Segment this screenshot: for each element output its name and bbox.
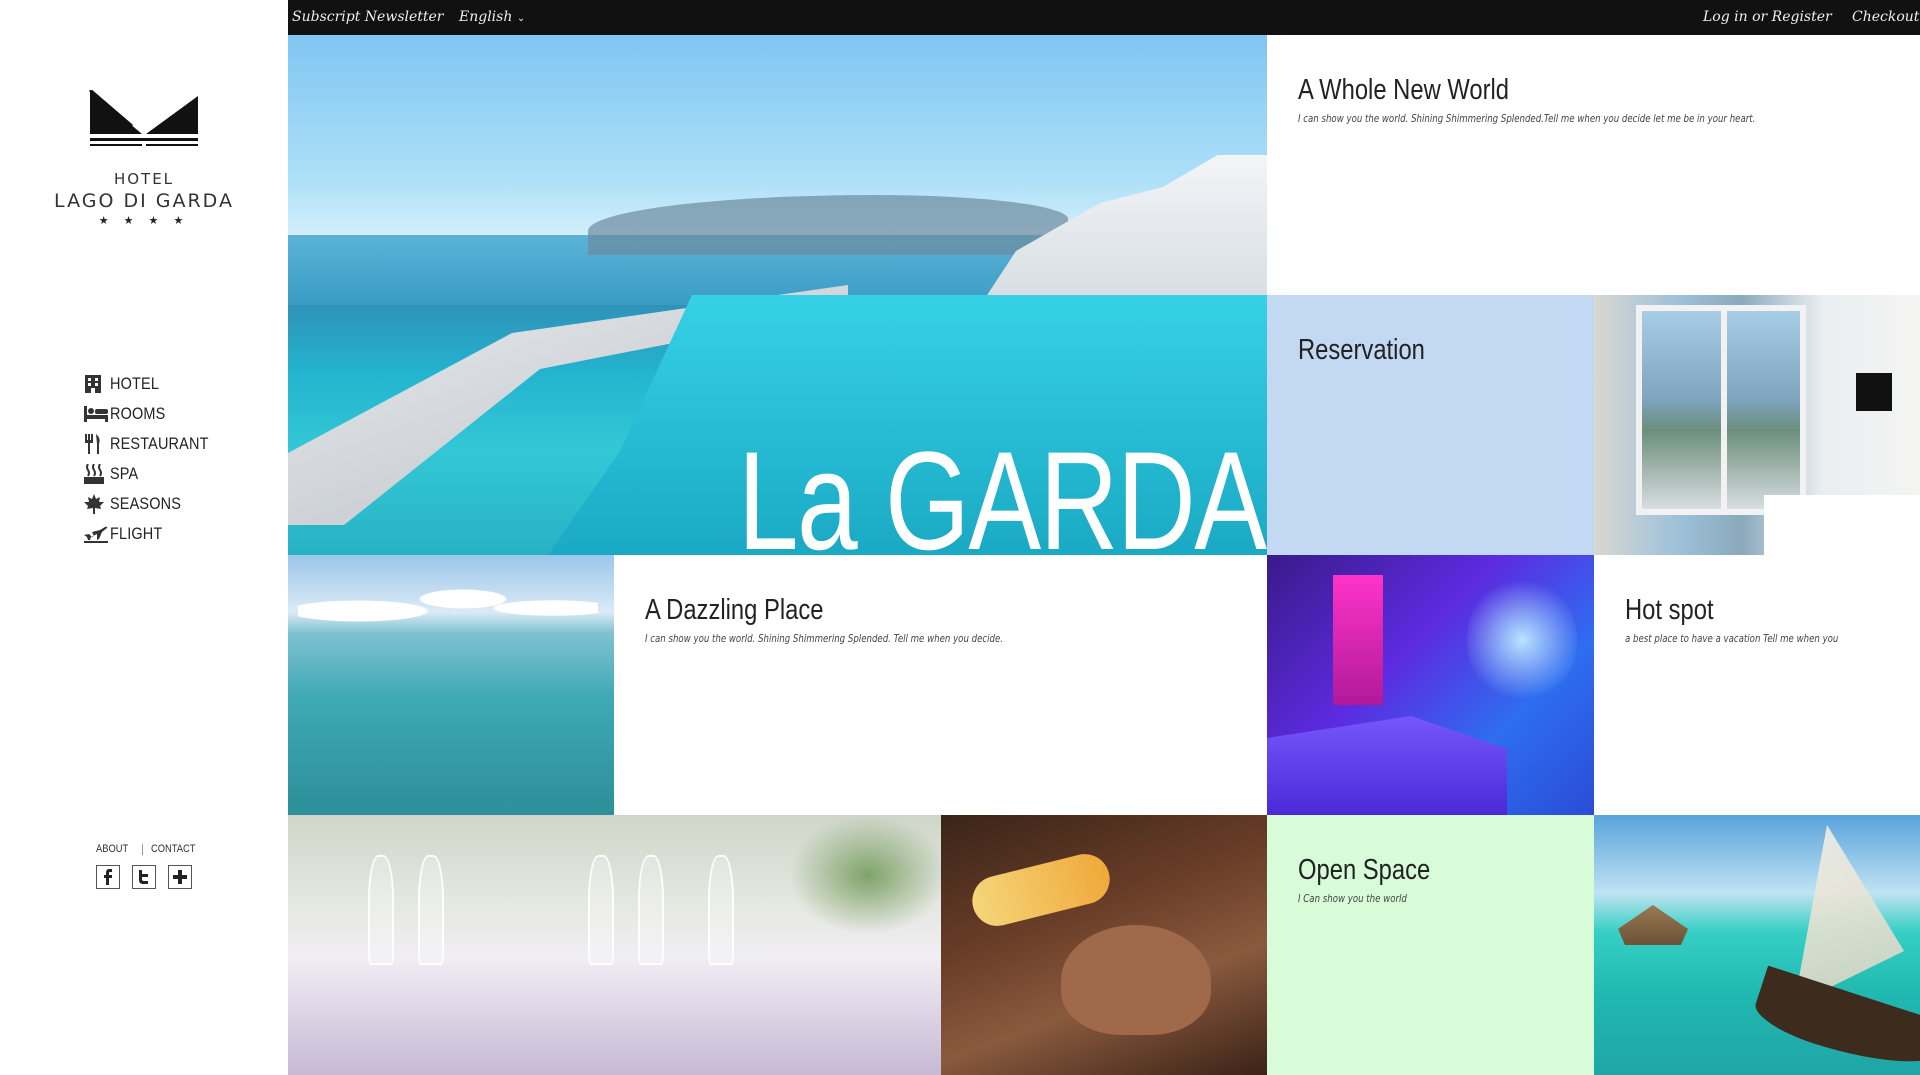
lounge-bed <box>1267 716 1507 815</box>
checkout-link[interactable]: Checkout <box>1852 9 1919 25</box>
tile-dining-photo[interactable] <box>288 815 941 1075</box>
pink-shower <box>1333 575 1383 705</box>
tile-massage-photo[interactable] <box>941 815 1267 1075</box>
wine-glass <box>708 855 734 965</box>
divider <box>141 843 143 855</box>
plant <box>788 815 941 935</box>
tile-title: Open Space <box>1298 854 1431 886</box>
nav-label: SEASONS <box>110 494 182 513</box>
tile-dazzling-place[interactable]: A Dazzling Place I can show you the worl… <box>614 555 1267 815</box>
wine-glass <box>588 855 614 965</box>
plane-icon <box>84 523 110 545</box>
nav-item-rooms[interactable]: ROOMS <box>84 399 226 429</box>
oil-bottle <box>967 848 1115 932</box>
tile-title: A Whole New World <box>1298 74 1510 106</box>
main-nav: HOTEL ROOMS RESTAURANT SPA SEASONS FLIGH… <box>84 369 226 549</box>
contact-link[interactable]: CONTACT <box>151 843 196 855</box>
logo-line-name: LAGO DI GARDA <box>54 190 234 212</box>
plus-icon[interactable] <box>168 865 192 889</box>
bed-icon <box>84 403 110 425</box>
tile-room-photo[interactable] <box>1594 295 1920 555</box>
hotel-logo[interactable]: HOTEL LAGO DI GARDA ★ ★ ★ ★ <box>52 90 236 227</box>
hero-image-pool[interactable]: La GARDA <box>288 35 1267 555</box>
tile-title: Reservation <box>1298 334 1425 366</box>
chevron-down-icon: ⌄ <box>516 13 526 24</box>
tile-title: A Dazzling Place <box>645 594 824 626</box>
hand <box>1061 925 1211 1035</box>
logo-line-hotel: HOTEL <box>113 170 175 188</box>
nav-item-restaurant[interactable]: RESTAURANT <box>84 429 226 459</box>
hero-title: La GARDA <box>737 422 1266 556</box>
tile-text: a best place to have a vacation Tell me … <box>1625 633 1839 645</box>
sail <box>1794 825 1904 1005</box>
subscribe-newsletter-link[interactable]: Subscript Newsletter <box>292 9 444 25</box>
language-selector[interactable]: English ⌄ <box>459 9 525 25</box>
tablecloth <box>288 955 941 1075</box>
nav-label: ROOMS <box>110 404 166 423</box>
nav-label: SPA <box>110 464 139 483</box>
water-hut <box>1618 905 1688 945</box>
nav-item-seasons[interactable]: SEASONS <box>84 489 226 519</box>
login-register-link[interactable]: Log in or Register <box>1703 9 1832 25</box>
nav-label: RESTAURANT <box>110 434 209 453</box>
light-glow <box>1467 575 1577 705</box>
tile-hot-spot[interactable]: Hot spot a best place to have a vacation… <box>1594 555 1920 815</box>
maple-leaf-icon <box>84 493 110 515</box>
logo-mark-icon <box>89 90 198 146</box>
tv <box>1856 373 1892 411</box>
wine-glass <box>638 855 664 965</box>
nav-item-spa[interactable]: SPA <box>84 459 226 489</box>
tile-boat-photo[interactable] <box>1594 815 1920 1075</box>
nav-item-hotel[interactable]: HOTEL <box>84 369 226 399</box>
tile-text: I can show you the world. Shining Shimme… <box>1298 113 1756 125</box>
footer-links: ABOUT CONTACT <box>96 843 203 855</box>
nav-label: FLIGHT <box>110 524 163 543</box>
twitter-icon[interactable] <box>132 865 156 889</box>
tile-whole-new-world[interactable]: A Whole New World I can show you the wor… <box>1267 35 1920 295</box>
social-links <box>96 865 192 889</box>
window <box>1636 305 1806 515</box>
tile-spa-photo[interactable] <box>1267 555 1594 815</box>
language-label: English <box>459 9 513 25</box>
tile-swimming-photo[interactable] <box>288 555 614 815</box>
facebook-icon[interactable] <box>96 865 120 889</box>
tile-reservation[interactable]: Reservation <box>1267 295 1594 555</box>
cliff-backdrop <box>588 195 1068 255</box>
tile-title: Hot spot <box>1625 594 1714 626</box>
tile-text: I Can show you the world <box>1298 893 1407 905</box>
nav-item-flight[interactable]: FLIGHT <box>84 519 226 549</box>
building-icon <box>84 373 110 395</box>
tile-open-space[interactable]: Open Space I Can show you the world <box>1267 815 1594 1075</box>
clouds <box>298 575 598 635</box>
nav-label: HOTEL <box>110 374 160 393</box>
wine-glass <box>368 855 394 965</box>
logo-stars: ★ ★ ★ ★ <box>98 215 190 227</box>
top-bar: Subscript Newsletter English ⌄ Log in or… <box>288 0 1920 35</box>
spa-icon <box>84 463 110 485</box>
cutlery-icon <box>84 433 110 455</box>
sidebar: HOTEL LAGO DI GARDA ★ ★ ★ ★ HOTEL ROOMS … <box>0 0 288 1075</box>
about-link[interactable]: ABOUT <box>96 843 128 855</box>
wine-glass <box>418 855 444 965</box>
tile-text: I can show you the world. Shining Shimme… <box>645 633 1004 645</box>
bed <box>1764 495 1920 555</box>
